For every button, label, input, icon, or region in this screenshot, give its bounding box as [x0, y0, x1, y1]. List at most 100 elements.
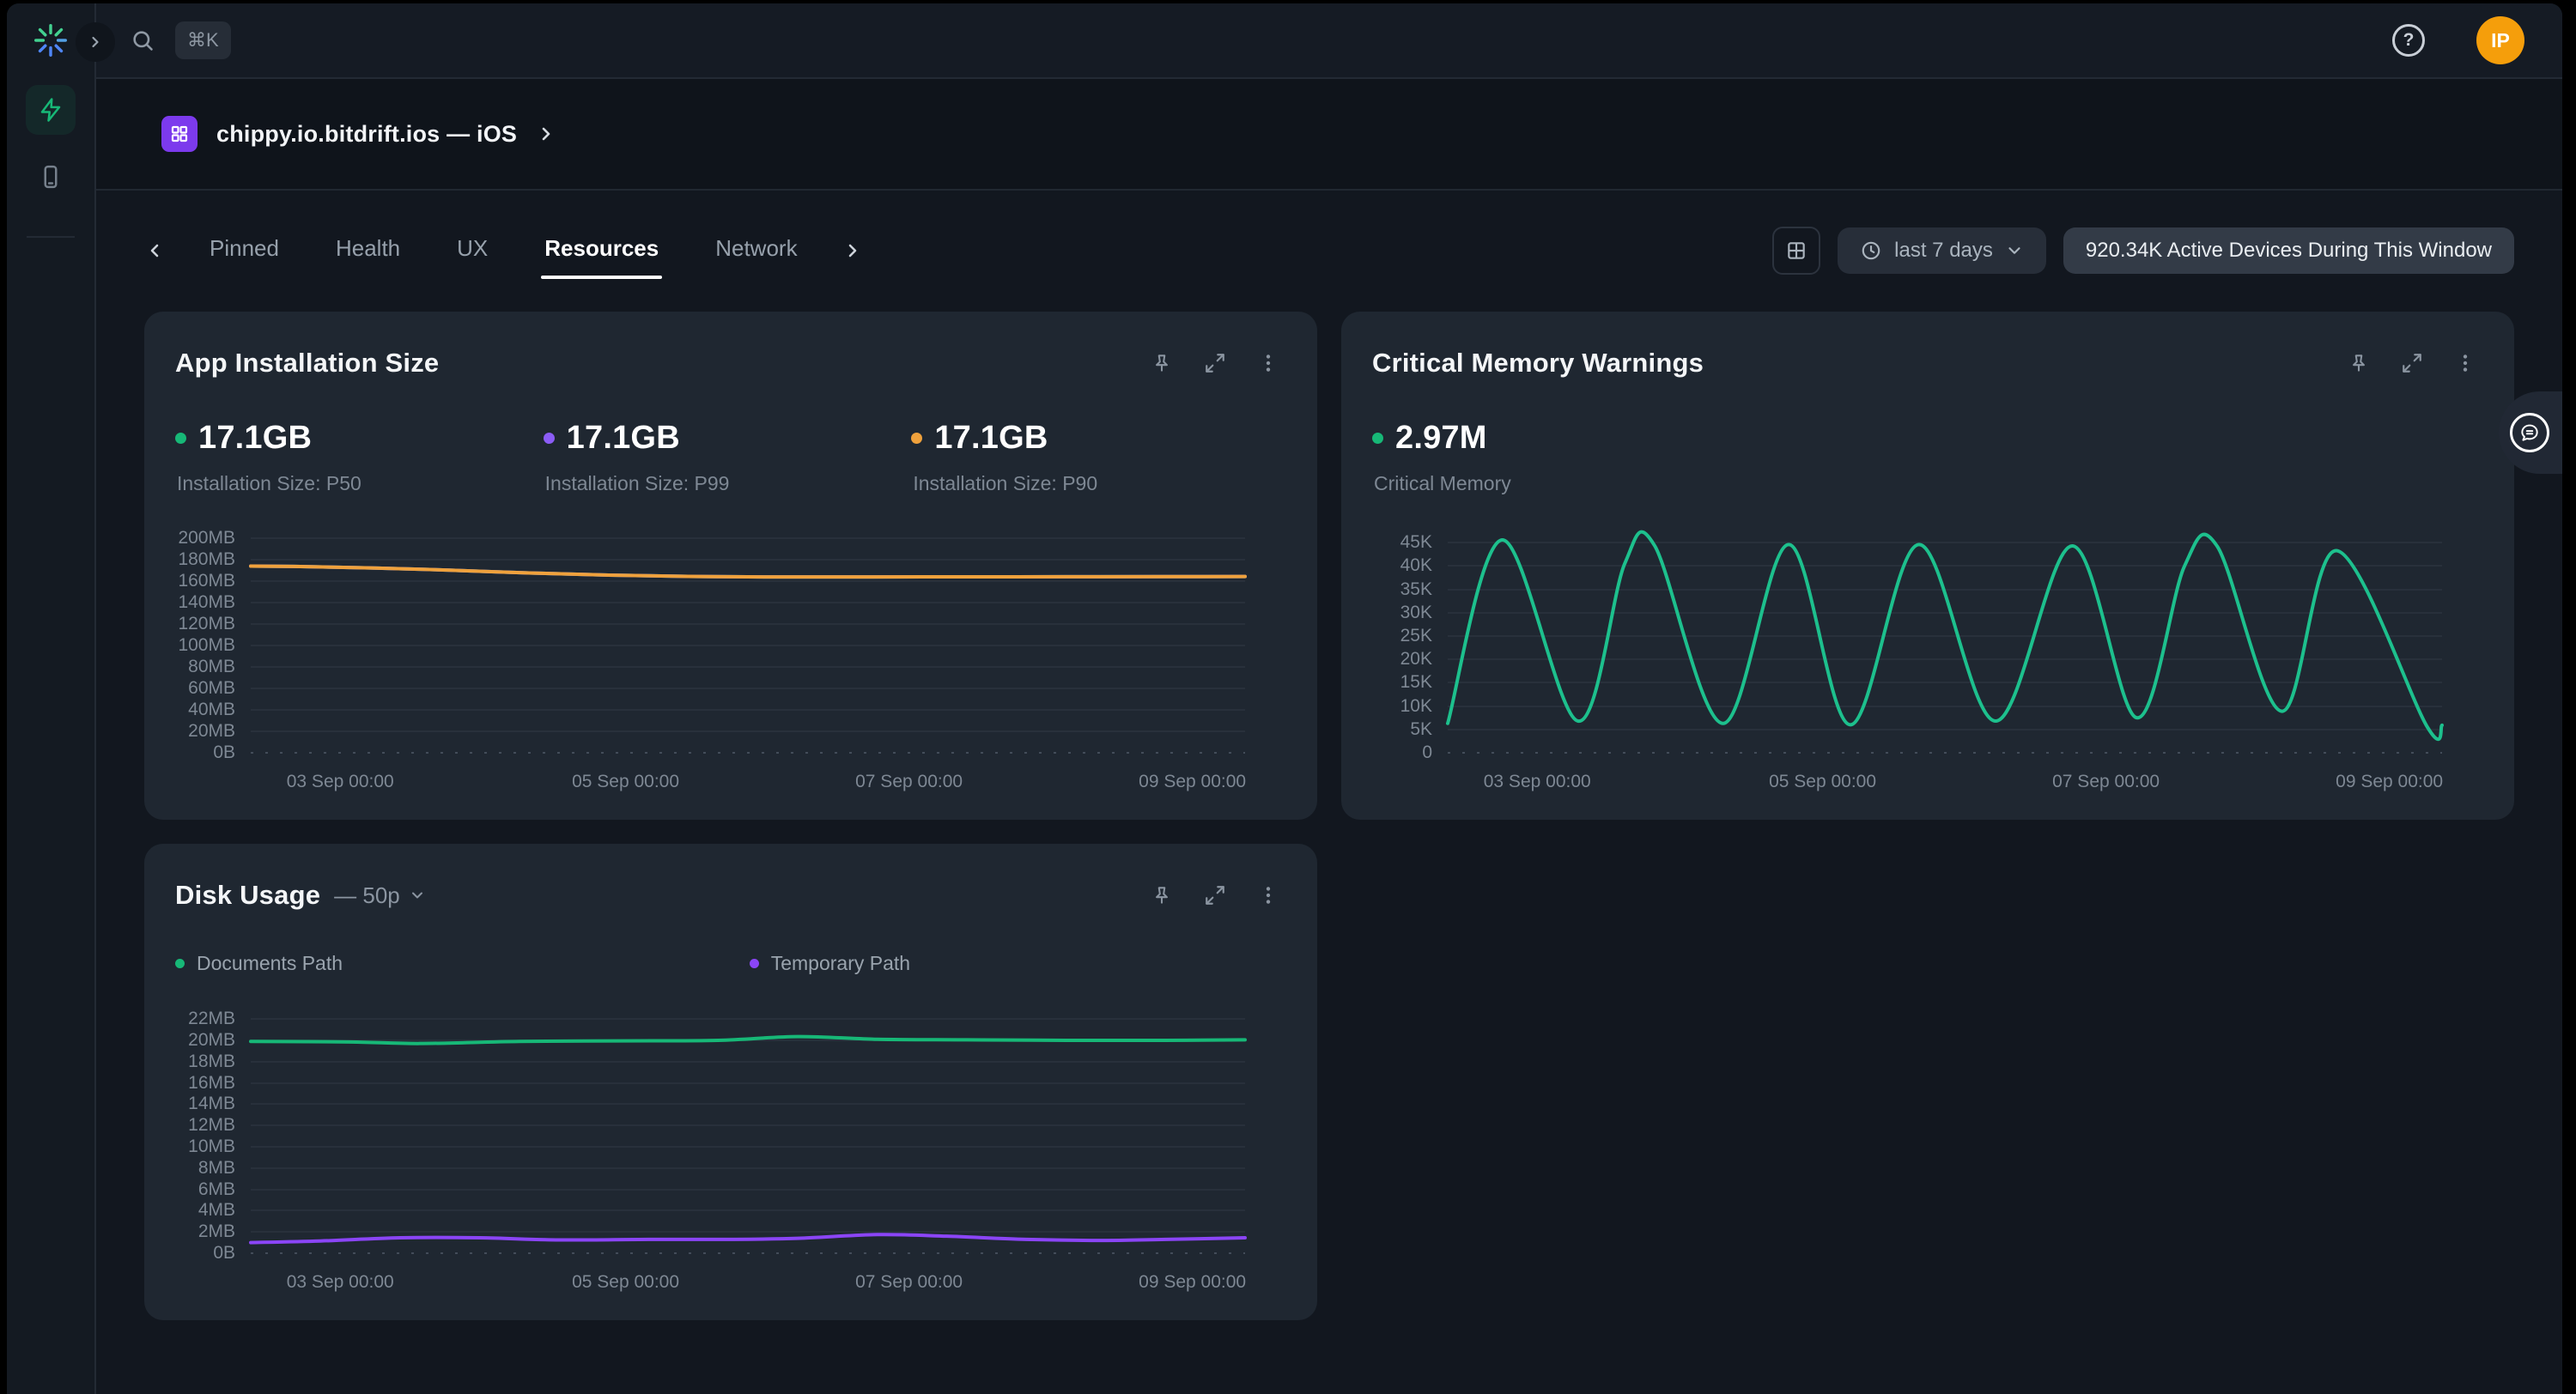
y-axis-label: 200MB	[178, 528, 235, 549]
tab-resources[interactable]: Resources	[541, 221, 662, 279]
pin-button[interactable]	[2348, 352, 2370, 374]
sidebar-item-devices[interactable]	[26, 152, 76, 202]
x-axis-label: 05 Sep 00:00	[572, 1272, 679, 1293]
x-axis-label: 05 Sep 00:00	[572, 772, 679, 792]
grid-layout-button[interactable]	[1772, 227, 1820, 275]
kebab-menu-button[interactable]	[1257, 884, 1279, 906]
y-axis-label: 180MB	[178, 549, 235, 570]
tabs-scroll-left-button[interactable]	[144, 240, 165, 261]
y-axis-label: 25K	[1400, 626, 1432, 646]
y-axis-label: 100MB	[178, 635, 235, 656]
stat-dot	[911, 433, 922, 444]
card-disk-usage: Disk Usage — 50p	[144, 844, 1317, 1320]
pin-button[interactable]	[1151, 352, 1173, 374]
plot-area	[251, 1009, 1245, 1253]
y-axis-label: 40MB	[188, 700, 235, 720]
app-grid-icon	[161, 116, 197, 152]
card-actions	[1151, 352, 1279, 374]
y-axis-label: 6MB	[198, 1179, 235, 1200]
stat-p99: 17.1GB Installation Size: P99	[544, 420, 912, 495]
tab-network[interactable]: Network	[712, 221, 800, 279]
topbar: ⌘K ? IP	[96, 3, 2562, 79]
stat-label: Critical Memory	[1374, 472, 2476, 495]
y-axis-label: 5K	[1410, 719, 1432, 740]
bitdrift-logo-icon	[31, 21, 70, 64]
breadcrumb: chippy.io.bitdrift.ios — iOS	[96, 79, 2562, 191]
help-button[interactable]: ?	[2392, 24, 2425, 57]
search-icon	[131, 28, 155, 52]
tabs-row: Pinned Health UX Resources Network	[144, 221, 2514, 279]
legend-dot	[750, 959, 759, 968]
grid-icon	[1785, 239, 1807, 262]
stat-label: Installation Size: P99	[545, 472, 912, 495]
search-input[interactable]: ⌘K	[131, 21, 231, 59]
x-axis-label: 07 Sep 00:00	[855, 1272, 963, 1293]
time-range-select[interactable]: last 7 days	[1838, 227, 2046, 274]
series-line	[251, 1037, 1245, 1044]
search-shortcut-badge: ⌘K	[175, 21, 231, 59]
y-axis-label: 12MB	[188, 1115, 235, 1136]
stat-p90: 17.1GB Installation Size: P90	[911, 420, 1279, 495]
y-axis-label: 60MB	[188, 678, 235, 699]
x-axis: 03 Sep 00:00 05 Sep 00:00 07 Sep 00:00 09 S…	[251, 1253, 1245, 1296]
card-header: Disk Usage — 50p	[175, 880, 1279, 911]
stat-p50: 17.1GB Installation Size: P50	[175, 420, 544, 495]
x-axis-label: 03 Sep 00:00	[1484, 772, 1591, 792]
tab-ux[interactable]: UX	[453, 221, 491, 279]
tab-pinned[interactable]: Pinned	[206, 221, 283, 279]
question-mark-icon: ?	[2403, 30, 2415, 51]
stat-critical-memory: 2.97M Critical Memory	[1372, 420, 2476, 495]
chevron-down-icon	[2005, 241, 2024, 260]
plot-area	[251, 530, 1245, 753]
tabs-scroll-right-button[interactable]	[842, 240, 863, 261]
x-axis-label: 03 Sep 00:00	[287, 1272, 394, 1293]
sidebar	[7, 3, 96, 1394]
clock-icon	[1860, 239, 1882, 262]
x-axis-label: 09 Sep 00:00	[2336, 772, 2443, 792]
smartphone-icon	[38, 164, 64, 190]
x-axis-label: 09 Sep 00:00	[1139, 1272, 1246, 1293]
stat-dot	[175, 433, 186, 444]
stat-dot	[544, 433, 555, 444]
app-switcher-button[interactable]: chippy.io.bitdrift.ios — iOS	[161, 116, 556, 152]
stats-row: 2.97M Critical Memory	[1372, 420, 2476, 495]
pin-button[interactable]	[1151, 884, 1173, 906]
y-axis-label: 120MB	[178, 614, 235, 634]
stat-label: Installation Size: P50	[177, 472, 544, 495]
kebab-menu-button[interactable]	[2454, 352, 2476, 374]
stat-label: Installation Size: P90	[913, 472, 1279, 495]
kebab-menu-button[interactable]	[1257, 352, 1279, 374]
card-actions	[1151, 884, 1279, 906]
tabs: Pinned Health UX Resources Network	[206, 221, 801, 279]
dashboard-controls: last 7 days 920.34K Active Devices Durin…	[1772, 227, 2514, 275]
expand-button[interactable]	[1204, 352, 1226, 374]
avatar[interactable]: IP	[2476, 16, 2524, 64]
tab-health[interactable]: Health	[332, 221, 404, 279]
card-app-installation-size: App Installation Size	[144, 312, 1317, 820]
y-axis: 22MB20MB18MB16MB14MB12MB10MB8MB6MB4MB2MB…	[175, 1009, 251, 1253]
chevron-down-icon	[409, 887, 426, 904]
sidebar-collapse-button[interactable]	[76, 22, 115, 62]
x-axis: 03 Sep 00:0005 Sep 00:0007 Sep 00:0009 S…	[251, 753, 1245, 796]
series-line	[251, 1234, 1245, 1242]
card-header: Critical Memory Warnings	[1372, 348, 2476, 379]
y-axis: 200MB180MB160MB140MB120MB100MB80MB60MB40…	[175, 530, 251, 753]
active-devices-label: 920.34K Active Devices During This Windo…	[2086, 239, 2492, 263]
stat-value: 17.1GB	[934, 420, 1048, 457]
app-installation-size-chart: 200MB180MB160MB140MB120MB100MB80MB60MB40…	[175, 530, 1279, 796]
y-axis-label: 80MB	[188, 657, 235, 677]
card-title: Critical Memory Warnings	[1372, 348, 1704, 379]
app-window: ⌘K ? IP	[7, 3, 2562, 1394]
topbar-right: ? IP	[2392, 16, 2524, 64]
legend-temporary-path: Temporary Path	[750, 952, 910, 975]
chat-bubble-icon	[2510, 413, 2549, 452]
chevron-right-icon	[536, 124, 556, 144]
percentile-select[interactable]: — 50p	[334, 882, 426, 909]
stats-row: 17.1GB Installation Size: P50 17.1GB Ins…	[175, 420, 1279, 495]
y-axis-label: 30K	[1400, 603, 1432, 623]
expand-button[interactable]	[1204, 884, 1226, 906]
x-axis: 03 Sep 00:0005 Sep 00:0007 Sep 00:0009 S…	[1448, 753, 2442, 796]
sidebar-item-timeline[interactable]	[26, 85, 76, 135]
y-axis-label: 0B	[213, 1243, 235, 1264]
expand-button[interactable]	[2401, 352, 2423, 374]
